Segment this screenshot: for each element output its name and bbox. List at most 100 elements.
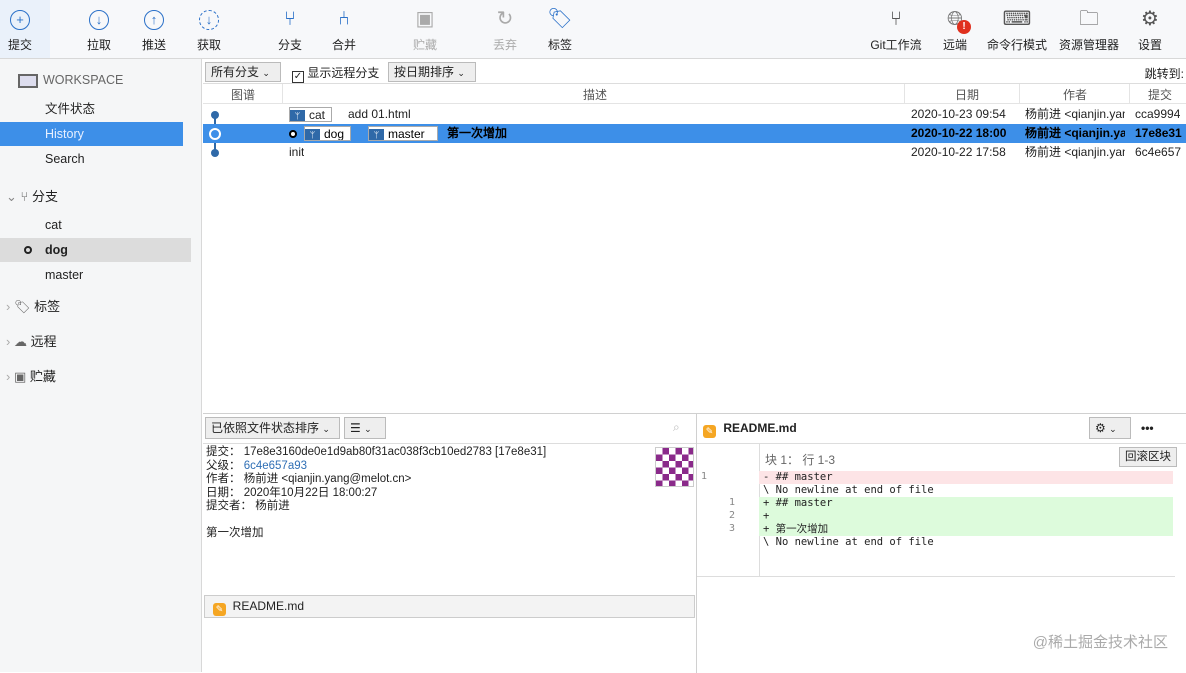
sidebar-branch-master[interactable]: master bbox=[0, 263, 191, 287]
push-button[interactable]: ↑ 推送 bbox=[124, 6, 184, 53]
commit-row-selected[interactable]: ᛘ dog ᛘ master 第一次增加 2020-10-22 18:00 杨前进 … bbox=[203, 124, 1186, 143]
fetch-icon: ↓ bbox=[179, 6, 239, 32]
new-line-number: 3 bbox=[729, 523, 736, 534]
gear-icon: ⚙ bbox=[1141, 8, 1159, 30]
jump-to-label: 跳转到: bbox=[1144, 67, 1184, 81]
list-icon: ☰ bbox=[350, 421, 361, 435]
commit-author: 杨前进 <qianjin.yang@melot.cn> bbox=[1025, 107, 1125, 121]
arrow-down-circle-icon: ↓ bbox=[69, 6, 129, 32]
col-commit[interactable]: 提交 bbox=[1148, 86, 1172, 103]
fetch-button[interactable]: ↓ 获取 bbox=[179, 6, 239, 53]
detail-date: 日期： 2020年10月22日 18:00:27 bbox=[206, 486, 378, 499]
commit-node bbox=[211, 149, 219, 157]
tag-icon: 🏷︎ bbox=[547, 8, 573, 30]
commit-message: init bbox=[289, 145, 305, 159]
sort-dropdown[interactable]: 按日期排序 ⌄ bbox=[388, 62, 476, 82]
branch-icon: ᛘ bbox=[305, 129, 320, 140]
column-header: 图谱 描述 日期 作者 提交 bbox=[203, 84, 1186, 104]
diff-line: + 第一次增加 bbox=[759, 523, 1173, 536]
cloud-icon: ☁ bbox=[13, 334, 31, 349]
commit-button[interactable]: + 提交 bbox=[0, 0, 50, 58]
stash-icon: ▣ bbox=[415, 8, 435, 30]
gear-icon: ⚙ bbox=[1095, 421, 1106, 435]
commit-author: 杨前进 <qianjin.yang@melot.cn> bbox=[1025, 145, 1125, 159]
sidebar-section-stashes[interactable]: › ▣ 贮藏 bbox=[6, 365, 56, 389]
parent-link[interactable]: 6c4e657a93 bbox=[244, 460, 307, 472]
detail-message: 第一次增加 bbox=[206, 526, 264, 539]
col-author[interactable]: 作者 bbox=[1063, 86, 1087, 103]
diff-options-dropdown[interactable]: ⚙ ⌄ bbox=[1089, 417, 1131, 439]
diff-line: \ No newline at end of file bbox=[763, 484, 934, 496]
commit-date: 2020-10-23 09:54 bbox=[911, 107, 1006, 121]
commit-hash: cca9994 bbox=[1135, 107, 1181, 121]
branch-icon: ᛘ bbox=[290, 110, 305, 121]
file-sort-dropdown[interactable]: 已依照文件状态排序 ⌄ bbox=[205, 417, 340, 439]
commit-row[interactable]: ᛘ cat add 01.html 2020-10-23 09:54 杨前进 <q… bbox=[203, 105, 1186, 124]
diff-line: + ## master bbox=[759, 497, 1173, 510]
col-description[interactable]: 描述 bbox=[583, 86, 607, 103]
sidebar-item-history[interactable]: History bbox=[0, 122, 183, 146]
commit-author: 杨前进 <qianjin.yang@melot.cn> bbox=[1025, 126, 1125, 140]
branch-tag-cat: ᛘ cat bbox=[289, 107, 333, 122]
sidebar-section-branches[interactable]: ⌄ ⑂ 分支 bbox=[6, 185, 58, 209]
sidebar-item-search[interactable]: Search bbox=[0, 147, 183, 171]
diff-line: + bbox=[759, 510, 1173, 523]
commit-node bbox=[209, 128, 221, 140]
more-icon[interactable]: ••• bbox=[1141, 414, 1154, 442]
search-icon[interactable]: ⌕ bbox=[673, 420, 680, 435]
settings-button[interactable]: ⚙ 设置 bbox=[1120, 6, 1180, 53]
stash-button[interactable]: ▣ 贮藏 bbox=[395, 6, 455, 53]
avatar bbox=[655, 447, 694, 487]
folder-icon: 🗀 bbox=[1079, 8, 1099, 30]
hunk-header: 块 1： 行 1-3 bbox=[765, 453, 836, 467]
branch-icon: ᛘ bbox=[369, 129, 384, 140]
col-graph[interactable]: 图谱 bbox=[231, 86, 255, 103]
gitflow-button[interactable]: ⑂ Git工作流 bbox=[861, 6, 931, 53]
branch-filter-dropdown[interactable]: 所有分支 ⌄ bbox=[205, 62, 281, 82]
new-line-number: 2 bbox=[729, 510, 736, 521]
sidebar-branch-cat[interactable]: cat bbox=[0, 213, 191, 237]
stash-icon: ▣ bbox=[13, 369, 30, 384]
view-mode-dropdown[interactable]: ☰ ⌄ bbox=[344, 417, 386, 439]
watermark: @稀土掘金技术社区 bbox=[1032, 634, 1168, 651]
remote-button[interactable]: 🌐︎! 远端 bbox=[925, 6, 985, 53]
branch-button[interactable]: ⑂ 分支 bbox=[260, 6, 320, 53]
terminal-button[interactable]: ⌨ 命令行模式 bbox=[982, 6, 1052, 53]
revert-hunk-button[interactable]: 回滚区块 bbox=[1119, 447, 1177, 467]
diff-line: - ## master bbox=[759, 471, 1173, 484]
tag-button[interactable]: 🏷︎ 标签 bbox=[530, 6, 590, 53]
head-indicator-icon bbox=[289, 130, 297, 138]
sidebar-item-file-status[interactable]: 文件状态 bbox=[0, 97, 183, 121]
commit-details-panel: 已依照文件状态排序 ⌄ ☰ ⌄ ⌕ 提交： 17e8e3160de0e1d9ab… bbox=[203, 414, 697, 673]
sidebar-section-tags[interactable]: › 🏷︎ 标签 bbox=[6, 295, 60, 319]
commit-row[interactable]: init 2020-10-22 17:58 杨前进 <qianjin.yang@… bbox=[203, 143, 1186, 162]
globe-icon: 🌐︎ bbox=[947, 8, 963, 30]
discard-button[interactable]: ↻ 丢弃 bbox=[475, 6, 535, 53]
file-list-item[interactable]: ✎ README.md bbox=[204, 595, 695, 618]
arrow-up-circle-icon: ↑ bbox=[124, 6, 184, 32]
error-badge: ! bbox=[957, 20, 971, 34]
explorer-button[interactable]: 🗀 资源管理器 bbox=[1052, 6, 1126, 53]
current-branch-icon bbox=[24, 246, 32, 254]
commit-hash: 6c4e657 bbox=[1135, 145, 1182, 159]
commit-node bbox=[211, 111, 219, 119]
merge-button[interactable]: ⑃ 合并 bbox=[314, 6, 374, 53]
branch-icon: ⑂ bbox=[284, 8, 296, 30]
plus-circle-icon: + bbox=[0, 6, 50, 32]
history-panel: 所有分支 ⌄ ✓ 显示远程分支 按日期排序 ⌄ 跳转到: 图谱 描述 日期 作者… bbox=[203, 59, 1186, 159]
commit-date: 2020-10-22 17:58 bbox=[911, 145, 1006, 159]
pull-button[interactable]: ↓ 拉取 bbox=[69, 6, 129, 53]
modified-file-icon: ✎ bbox=[703, 425, 716, 438]
sidebar-section-remotes[interactable]: › ☁ 远程 bbox=[6, 330, 57, 354]
commit-date: 2020-10-22 18:00 bbox=[911, 126, 1007, 140]
commit-message: add 01.html bbox=[348, 107, 411, 121]
gitflow-icon: ⑂ bbox=[890, 8, 902, 30]
col-date[interactable]: 日期 bbox=[955, 86, 979, 103]
show-remote-checkbox[interactable]: ✓ 显示远程分支 bbox=[292, 64, 379, 83]
sidebar-branch-dog[interactable]: dog bbox=[0, 238, 191, 262]
new-line-number: 1 bbox=[729, 497, 736, 508]
discard-icon: ↻ bbox=[496, 8, 514, 30]
commit-hash: 17e8e31 bbox=[1135, 126, 1182, 140]
merge-icon: ⑃ bbox=[338, 8, 350, 30]
detail-commit: 提交： 17e8e3160de0e1d9ab80f31ac038f3cb10ed… bbox=[206, 446, 547, 458]
